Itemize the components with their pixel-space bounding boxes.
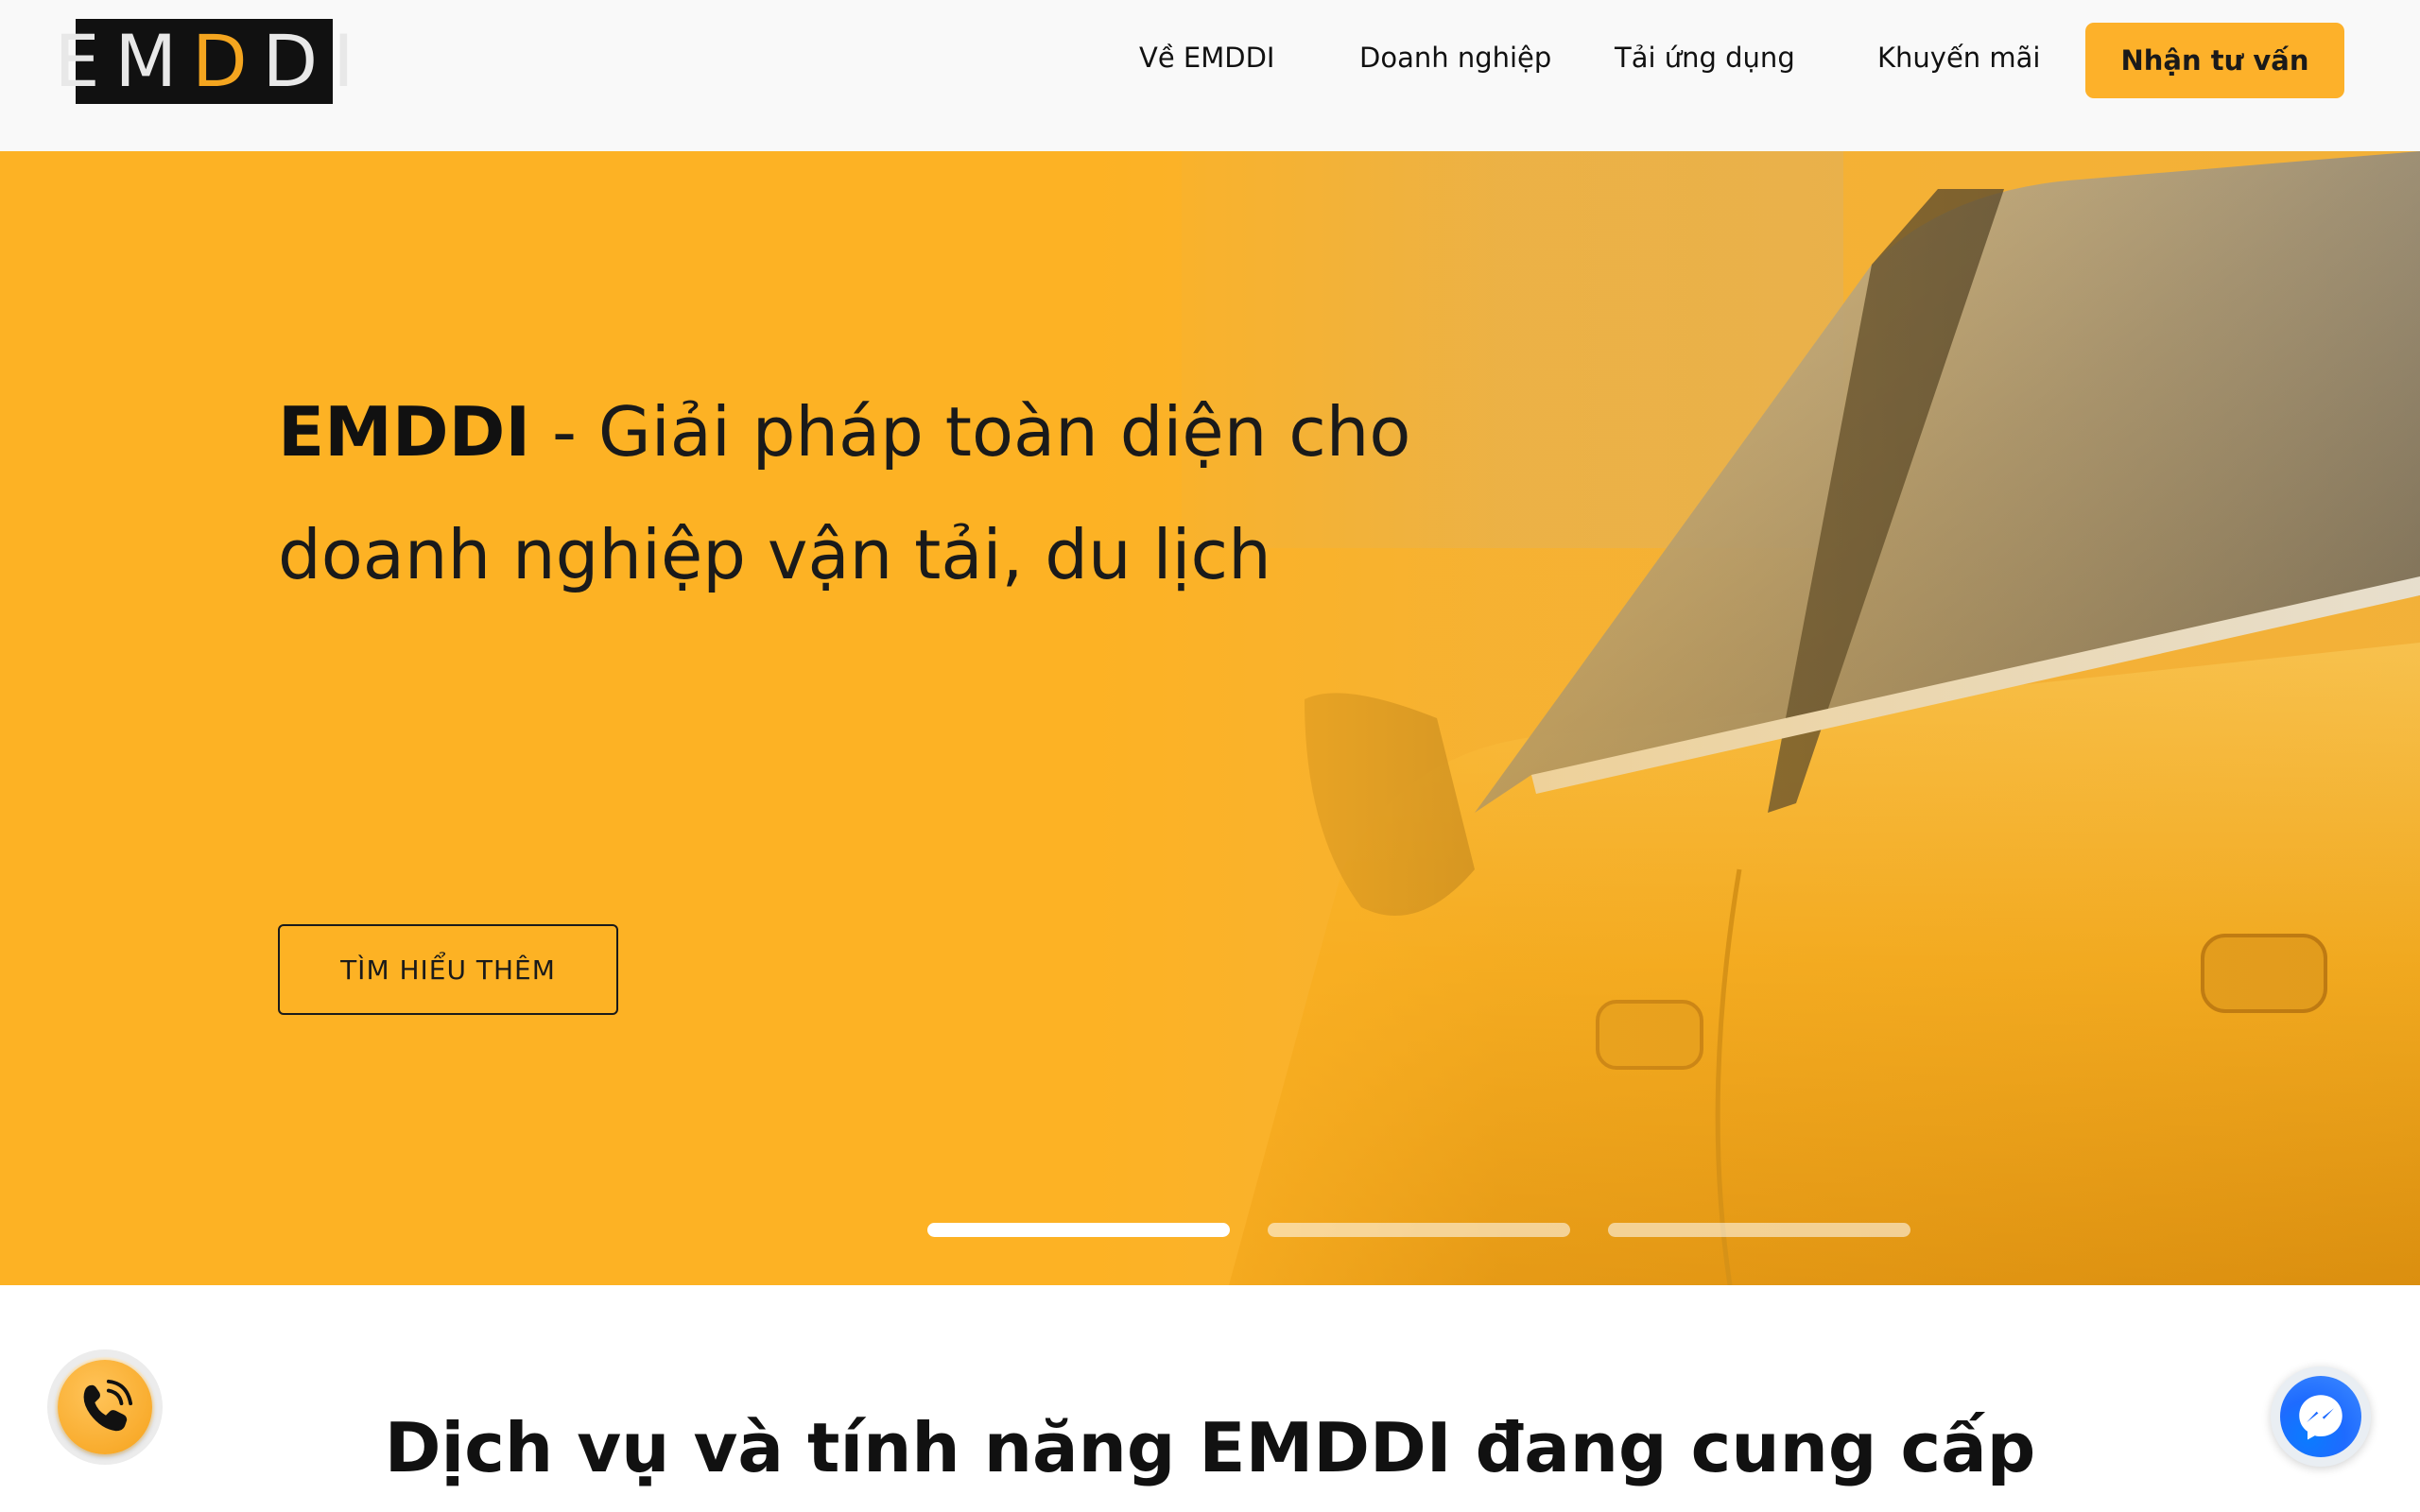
messenger-button[interactable]	[2271, 1366, 2371, 1467]
nav-download-app[interactable]: Tải ứng dụng	[1615, 42, 1795, 74]
hero-brand: EMDDI	[278, 392, 531, 472]
carousel-dot-2[interactable]	[1268, 1223, 1570, 1237]
logo-wordmark: EMDDI	[54, 19, 370, 103]
carousel-dot-3[interactable]	[1608, 1223, 1910, 1237]
hero-headline: EMDDI - Giải pháp toàn diện cho doanh ng…	[278, 370, 1507, 616]
services-section-title: Dịch vụ và tính năng EMDDI đang cung cấp	[384, 1408, 2036, 1487]
nav-about[interactable]: Về EMDDI	[1139, 42, 1274, 74]
nav-promotions[interactable]: Khuyến mãi	[1877, 42, 2040, 74]
consult-button[interactable]: Nhận tư vấn	[2085, 23, 2344, 98]
carousel-dot-1[interactable]	[927, 1223, 1230, 1237]
phone-call-icon	[58, 1360, 152, 1454]
messenger-icon	[2280, 1376, 2361, 1457]
hero-carousel: EMDDI - Giải pháp toàn diện cho doanh ng…	[0, 151, 2420, 1285]
call-button[interactable]	[47, 1349, 163, 1465]
carousel-indicators	[0, 1223, 2420, 1238]
learn-more-button[interactable]: TÌM HIỂU THÊM	[278, 924, 618, 1015]
site-header: EMDDI Về EMDDI Doanh nghiệp Tải ứng dụng…	[0, 0, 2420, 151]
nav-business[interactable]: Doanh nghiệp	[1359, 42, 1551, 74]
emddi-logo[interactable]: EMDDI	[54, 19, 354, 104]
hero-taxi-image	[0, 151, 2420, 1285]
